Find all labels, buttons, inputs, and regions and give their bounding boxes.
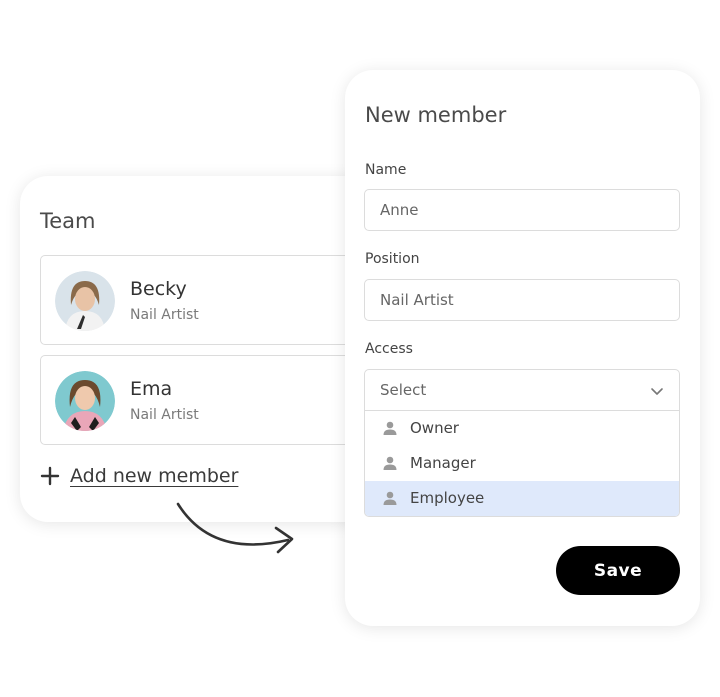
access-select-value: Select xyxy=(380,381,427,399)
add-new-member-button[interactable]: Add new member xyxy=(40,465,238,487)
plus-icon xyxy=(40,466,60,486)
person-icon xyxy=(383,491,397,505)
chevron-down-icon xyxy=(651,388,663,395)
access-option-owner[interactable]: Owner xyxy=(365,411,679,446)
new-member-form: New member Name Position Access Select O… xyxy=(345,70,700,626)
form-title: New member xyxy=(365,103,507,127)
person-icon xyxy=(383,421,397,435)
option-label: Manager xyxy=(410,454,476,472)
position-label: Position xyxy=(365,251,420,267)
team-title: Team xyxy=(40,209,96,233)
access-option-employee[interactable]: Employee xyxy=(365,481,679,516)
team-card: Team Becky Nail Artist Ema Nail Artist A… xyxy=(20,176,400,522)
curved-arrow-icon xyxy=(176,502,294,554)
save-button[interactable]: Save xyxy=(556,546,680,595)
name-label: Name xyxy=(365,162,407,178)
member-card-becky[interactable]: Becky Nail Artist xyxy=(40,255,370,345)
member-name: Ema xyxy=(130,378,173,400)
option-label: Employee xyxy=(410,489,485,507)
person-icon xyxy=(383,456,397,470)
add-new-member-label: Add new member xyxy=(70,465,239,487)
access-option-manager[interactable]: Manager xyxy=(365,446,679,481)
position-input[interactable] xyxy=(364,279,680,321)
member-name: Becky xyxy=(130,278,187,300)
member-card-ema[interactable]: Ema Nail Artist xyxy=(40,355,370,445)
member-role: Nail Artist xyxy=(130,307,199,323)
option-label: Owner xyxy=(410,419,459,437)
name-input[interactable] xyxy=(364,189,680,231)
member-role: Nail Artist xyxy=(130,407,199,423)
access-select-trigger[interactable]: Select xyxy=(365,370,679,411)
avatar-ema xyxy=(55,371,115,431)
avatar-becky xyxy=(55,271,115,331)
access-select: Select Owner Manager Employee xyxy=(364,369,680,517)
access-label: Access xyxy=(365,341,413,357)
